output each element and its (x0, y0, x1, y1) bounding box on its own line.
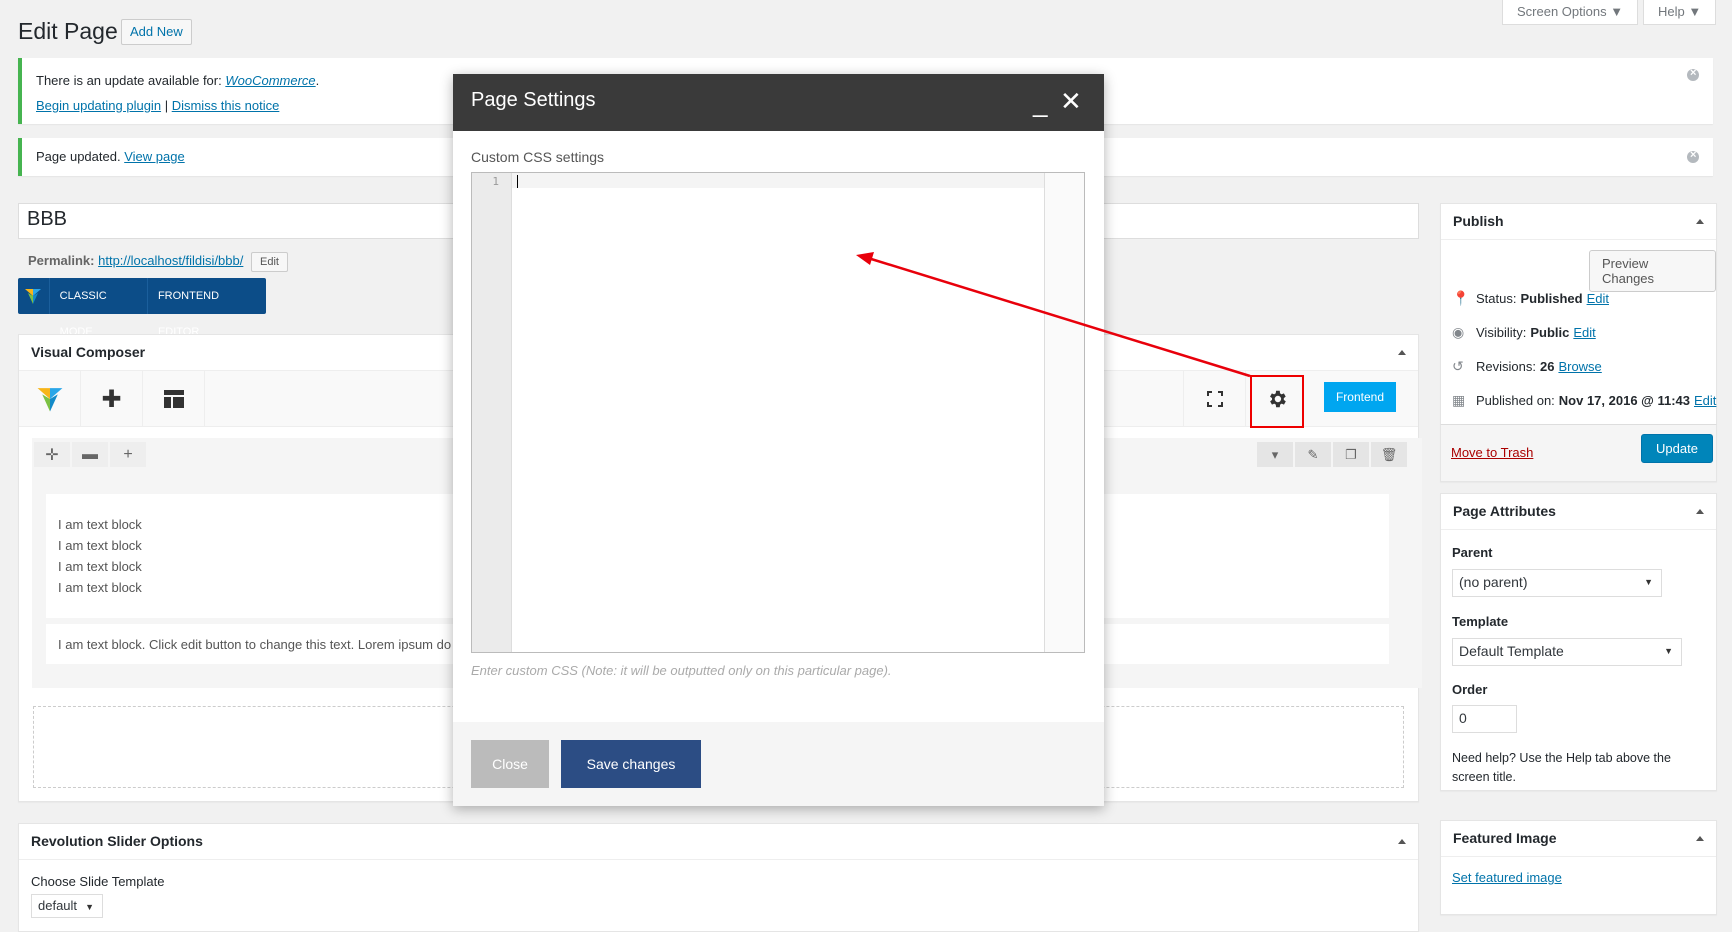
update-button[interactable]: Update (1641, 434, 1713, 463)
published-edit-link[interactable]: Edit (1694, 393, 1716, 408)
edit-icon[interactable]: ✎ (1295, 442, 1331, 467)
row-actions: ▾ ✎ ❐ 🗑 (1255, 442, 1407, 467)
revslider-postbox: Revolution Slider Options Choose Slide T… (18, 823, 1419, 932)
row-controls: ✛ ▬ + (34, 442, 148, 467)
permalink-url[interactable]: http://localhost/fildisi/bbb/ (98, 253, 243, 268)
vc-logo-icon[interactable] (19, 371, 81, 427)
update-text: There is an update available for: (36, 73, 222, 88)
toggle-arrow-icon[interactable] (1398, 839, 1406, 844)
toggle-arrow-icon[interactable] (1696, 509, 1704, 514)
save-changes-button[interactable]: Save changes (561, 740, 701, 788)
css-editor[interactable]: 1 (471, 172, 1085, 653)
published-row: ▦ Published on: Nov 17, 2016 @ 11:43 Edit (1452, 392, 1717, 408)
help-text: Need help? Use the Help tab above the sc… (1452, 751, 1671, 784)
page-updated-text: Page updated. (36, 149, 121, 164)
vc-mode-switch: CLASSIC MODE FRONTEND EDITOR (18, 278, 266, 338)
frontend-editor-button[interactable]: FRONTEND EDITOR (148, 278, 266, 338)
permalink: Permalink: http://localhost/fildisi/bbb/… (28, 252, 288, 272)
slide-template-select[interactable]: default (31, 894, 103, 918)
close-icon[interactable]: ✕ (1060, 86, 1082, 117)
slide-template-label: Choose Slide Template (31, 874, 165, 889)
add-new-button[interactable]: Add New (121, 19, 192, 45)
close-button[interactable]: Close (471, 740, 549, 788)
separator: | (164, 98, 169, 113)
eye-icon: ◉ (1452, 324, 1465, 340)
templates-icon[interactable] (143, 371, 205, 427)
set-featured-image-link[interactable]: Set featured image (1452, 870, 1562, 885)
help-button[interactable]: Help ▼ (1643, 0, 1717, 25)
publish-actions: Move to Trash Update (1440, 424, 1717, 482)
visibility-edit-link[interactable]: Edit (1573, 325, 1595, 340)
preview-changes-button[interactable]: Preview Changes (1589, 250, 1716, 292)
add-column-icon[interactable]: + (110, 442, 146, 467)
status-row: 📍 Status: Published Edit (1452, 290, 1609, 306)
permalink-label: Permalink: (28, 253, 95, 268)
revisions-row: ↺ Revisions: 26 Browse (1452, 358, 1602, 374)
move-to-trash-link[interactable]: Move to Trash (1451, 445, 1533, 460)
dismiss-icon[interactable] (1687, 67, 1699, 81)
page-attributes-title: Page Attributes (1441, 494, 1716, 530)
parent-label: Parent (1452, 545, 1493, 560)
status-edit-link[interactable]: Edit (1587, 291, 1609, 306)
order-input[interactable]: 0 (1452, 705, 1517, 733)
modal-footer: Close Save changes (453, 722, 1104, 806)
line-number: 1 (492, 175, 499, 188)
editor-gutter: 1 (472, 173, 512, 652)
text-cursor (517, 175, 518, 188)
template-label: Template (1452, 614, 1509, 629)
add-element-icon[interactable]: ✚ (81, 371, 143, 427)
toggle-arrow-icon[interactable] (1696, 836, 1704, 841)
dismiss-icon[interactable] (1687, 149, 1699, 163)
calendar-icon: ▦ (1452, 392, 1466, 408)
frontend-button[interactable]: Frontend (1323, 382, 1396, 412)
modal-header: Page Settings _ ✕ (453, 74, 1104, 131)
view-page-link[interactable]: View page (124, 149, 184, 164)
custom-css-label: Custom CSS settings (471, 149, 605, 165)
pin-icon: 📍 (1452, 290, 1470, 306)
clone-icon[interactable]: ❐ (1333, 442, 1369, 467)
move-icon[interactable]: ✛ (34, 442, 70, 467)
featured-image-title: Featured Image (1441, 821, 1716, 857)
fullscreen-icon[interactable] (1183, 371, 1245, 427)
history-icon: ↺ (1452, 358, 1464, 374)
highlight-box (1250, 375, 1304, 428)
permalink-edit-button[interactable]: Edit (250, 252, 288, 272)
css-hint: Enter custom CSS (Note: it will be outpu… (471, 663, 892, 678)
page-settings-modal: Page Settings _ ✕ Custom CSS settings 1 … (453, 74, 1104, 806)
template-select[interactable]: Default Template (1452, 638, 1682, 666)
chevron-down-icon[interactable]: ▾ (1257, 442, 1293, 467)
page-attributes-box: Page Attributes Parent (no parent) Templ… (1440, 493, 1717, 791)
toggle-arrow-icon[interactable] (1398, 350, 1406, 355)
browse-link[interactable]: Browse (1558, 359, 1601, 374)
toggle-arrow-icon[interactable] (1696, 219, 1704, 224)
classic-mode-button[interactable]: CLASSIC MODE (50, 278, 148, 338)
modal-title: Page Settings (471, 89, 596, 111)
editor-scrollbar[interactable] (1044, 173, 1084, 652)
order-label: Order (1452, 682, 1488, 697)
vc-logo-icon (18, 278, 50, 314)
publish-title: Publish (1441, 204, 1716, 240)
layout-icon[interactable]: ▬ (72, 442, 108, 467)
minimize-icon[interactable]: _ (1033, 88, 1047, 119)
visibility-row: ◉ Visibility: Public Edit (1452, 324, 1596, 340)
active-line (512, 173, 1045, 188)
featured-image-box: Featured Image Set featured image (1440, 820, 1717, 915)
dismiss-notice-link[interactable]: Dismiss this notice (172, 98, 280, 113)
delete-icon[interactable]: 🗑 (1371, 442, 1407, 467)
plugin-link[interactable]: WooCommerce (225, 73, 315, 88)
parent-select[interactable]: (no parent) (1452, 569, 1662, 597)
screen-options-button[interactable]: Screen Options ▼ (1502, 0, 1639, 25)
begin-updating-link[interactable]: Begin updating plugin (36, 98, 161, 113)
revslider-title: Revolution Slider Options (19, 824, 1418, 860)
page-title: Edit Page (18, 18, 118, 44)
